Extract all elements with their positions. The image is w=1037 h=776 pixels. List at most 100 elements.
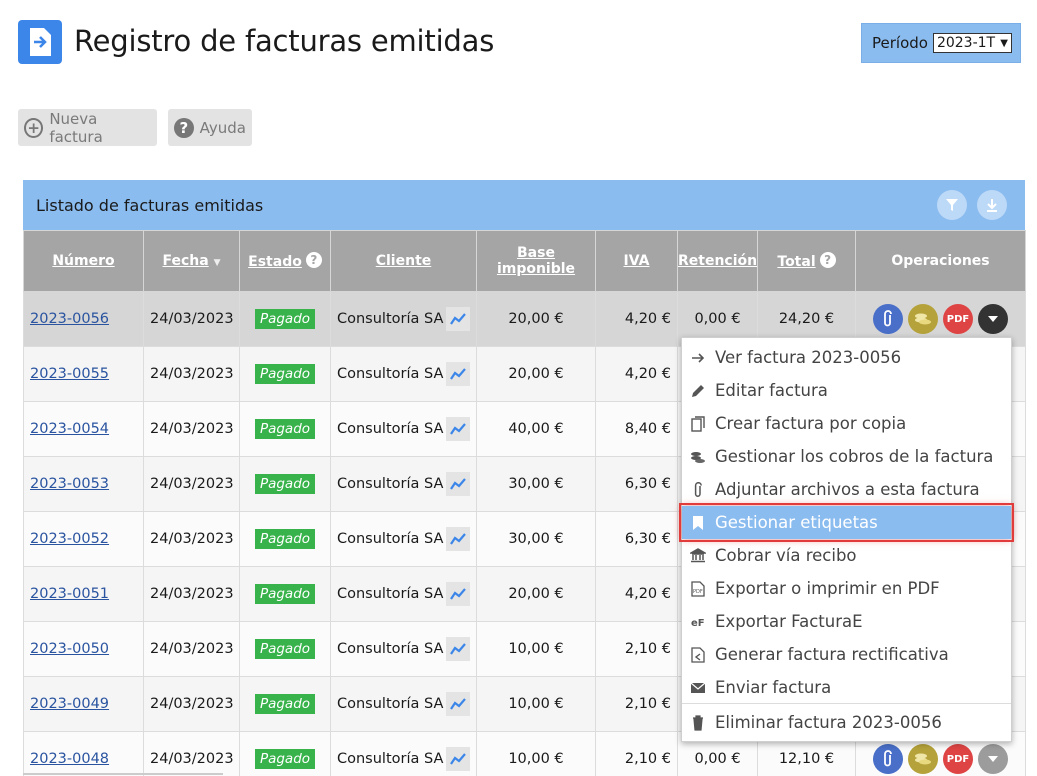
new-invoice-label: Nueva factura	[49, 109, 103, 146]
menu-item-eliminar-factura-2023-0056[interactable]: Eliminar factura 2023-0056	[682, 706, 1011, 739]
invoice-number-link[interactable]: 2023-0053	[30, 476, 109, 492]
date-cell: 24/03/2023	[143, 291, 240, 347]
chart-icon[interactable]	[446, 747, 470, 771]
app-logo-icon	[18, 20, 62, 64]
invoice-number-cell[interactable]: 2023-0052	[23, 511, 144, 567]
invoice-number-cell[interactable]: 2023-0055	[23, 346, 144, 402]
iva-cell: 6,30 €	[595, 511, 678, 567]
coins-icon[interactable]	[908, 304, 938, 334]
chart-icon[interactable]	[446, 472, 470, 496]
iva-cell: 8,40 €	[595, 401, 678, 457]
help-icon[interactable]: ?	[819, 252, 836, 268]
coins-icon[interactable]	[908, 744, 938, 774]
base-cell: 20,00 €	[476, 346, 596, 402]
client-cell: Consultoría SA	[330, 291, 477, 347]
menu-separator	[682, 703, 1011, 704]
client-name: Consultoría SA	[337, 311, 444, 327]
pencil-icon	[687, 381, 709, 401]
chevron-down-icon: ▼	[1000, 37, 1008, 49]
invoice-number-link[interactable]: 2023-0050	[30, 641, 109, 657]
menu-item-crear-factura-por-copia[interactable]: Crear factura por copia	[682, 407, 1011, 440]
invoice-number-cell[interactable]: 2023-0053	[23, 456, 144, 512]
menu-item-adjuntar-archivos-a-esta-factura[interactable]: Adjuntar archivos a esta factura	[682, 473, 1011, 506]
menu-item-editar-factura[interactable]: Editar factura	[682, 374, 1011, 407]
chart-icon[interactable]	[446, 417, 470, 441]
base-cell: 20,00 €	[476, 291, 596, 347]
status-badge: Pagado	[254, 474, 316, 494]
download-button[interactable]	[977, 190, 1007, 220]
menu-item-cobrar-via-recibo[interactable]: Cobrar vía recibo	[682, 539, 1011, 572]
col-base[interactable]: Base imponible	[476, 230, 596, 292]
iva-cell: 2,10 €	[595, 621, 678, 677]
menu-item-exportar-facturae[interactable]: eF Exportar FacturaE	[682, 605, 1011, 638]
chart-icon[interactable]	[446, 527, 470, 551]
invoice-number-cell[interactable]: 2023-0056	[23, 291, 144, 347]
paperclip-icon[interactable]	[873, 744, 903, 774]
chevron-down-icon[interactable]	[978, 304, 1008, 334]
menu-item-enviar-factura[interactable]: Enviar factura	[682, 671, 1011, 704]
menu-item-generar-factura-rectificativa[interactable]: Generar factura rectificativa	[682, 638, 1011, 671]
client-cell: Consultoría SA	[330, 346, 477, 402]
iva-cell: 4,20 €	[595, 346, 678, 402]
status-badge: Pagado	[254, 364, 316, 384]
menu-item-gestionar-etiquetas[interactable]: Gestionar etiquetas	[679, 503, 1014, 542]
col-iva[interactable]: IVA	[595, 230, 678, 292]
chart-icon[interactable]	[446, 307, 470, 331]
period-value: 2023-1T	[936, 35, 996, 51]
invoice-number-link[interactable]: 2023-0048	[30, 751, 109, 767]
help-icon[interactable]: ?	[305, 252, 322, 268]
chevron-down-icon[interactable]	[978, 744, 1008, 774]
invoice-number-cell[interactable]: 2023-0050	[23, 621, 144, 677]
invoice-number-link[interactable]: 2023-0051	[30, 586, 109, 602]
col-total[interactable]: Total?	[757, 230, 856, 292]
chart-icon[interactable]	[446, 637, 470, 661]
date-cell: 24/03/2023	[143, 566, 240, 622]
menu-item-ver-factura-2023-0056[interactable]: Ver factura 2023-0056	[682, 341, 1011, 374]
chart-icon[interactable]	[446, 582, 470, 606]
menu-item-label: Gestionar los cobros de la factura	[715, 447, 994, 466]
new-invoice-button[interactable]: + Nueva factura	[18, 109, 157, 146]
status-badge: Pagado	[254, 584, 316, 604]
base-cell: 30,00 €	[476, 511, 596, 567]
iva-cell: 4,20 €	[595, 291, 678, 347]
client-name: Consultoría SA	[337, 476, 444, 492]
menu-item-gestionar-los-cobros-de-la-factura[interactable]: Gestionar los cobros de la factura	[682, 440, 1011, 473]
iva-cell: 2,10 €	[595, 731, 678, 776]
invoice-number-cell[interactable]: 2023-0054	[23, 401, 144, 457]
chart-icon[interactable]	[446, 692, 470, 716]
invoice-number-link[interactable]: 2023-0054	[30, 421, 109, 437]
menu-item-exportar-o-imprimir-en-pdf[interactable]: PDF Exportar o imprimir en PDF	[682, 572, 1011, 605]
pdf-icon[interactable]: PDF	[943, 304, 973, 334]
period-select[interactable]: 2023-1T ▼	[932, 33, 1012, 53]
invoice-number-link[interactable]: 2023-0056	[30, 311, 109, 327]
status-badge: Pagado	[254, 309, 316, 329]
help-button[interactable]: ? Ayuda	[168, 109, 252, 146]
status-badge: Pagado	[254, 749, 316, 769]
status-badge: Pagado	[254, 419, 316, 439]
col-cliente[interactable]: Cliente	[330, 230, 477, 292]
col-numero[interactable]: Número	[23, 230, 144, 292]
date-cell: 24/03/2023	[143, 731, 240, 776]
chart-icon[interactable]	[446, 362, 470, 386]
client-cell: Consultoría SA	[330, 456, 477, 512]
menu-item-label: Crear factura por copia	[715, 414, 907, 433]
trash-icon	[687, 713, 709, 733]
invoice-number-cell[interactable]: 2023-0051	[23, 566, 144, 622]
col-retencion[interactable]: Retención	[677, 230, 758, 292]
pdf-icon[interactable]: PDF	[943, 744, 973, 774]
help-label: Ayuda	[199, 118, 246, 137]
filter-button[interactable]	[937, 190, 967, 220]
invoice-number-cell[interactable]: 2023-0049	[23, 676, 144, 732]
status-cell: Pagado	[239, 621, 331, 677]
period-label: Período	[872, 34, 928, 52]
col-fecha[interactable]: Fecha ▼	[143, 230, 240, 292]
invoice-number-link[interactable]: 2023-0052	[30, 531, 109, 547]
menu-item-label: Editar factura	[715, 381, 828, 400]
invoice-number-link[interactable]: 2023-0049	[30, 696, 109, 712]
paperclip-icon[interactable]	[873, 304, 903, 334]
invoice-number-link[interactable]: 2023-0055	[30, 366, 109, 382]
col-estado[interactable]: Estado?	[239, 230, 331, 292]
download-icon	[987, 199, 997, 212]
invoice-number-cell[interactable]: 2023-0048	[23, 731, 144, 776]
client-name: Consultoría SA	[337, 641, 444, 657]
